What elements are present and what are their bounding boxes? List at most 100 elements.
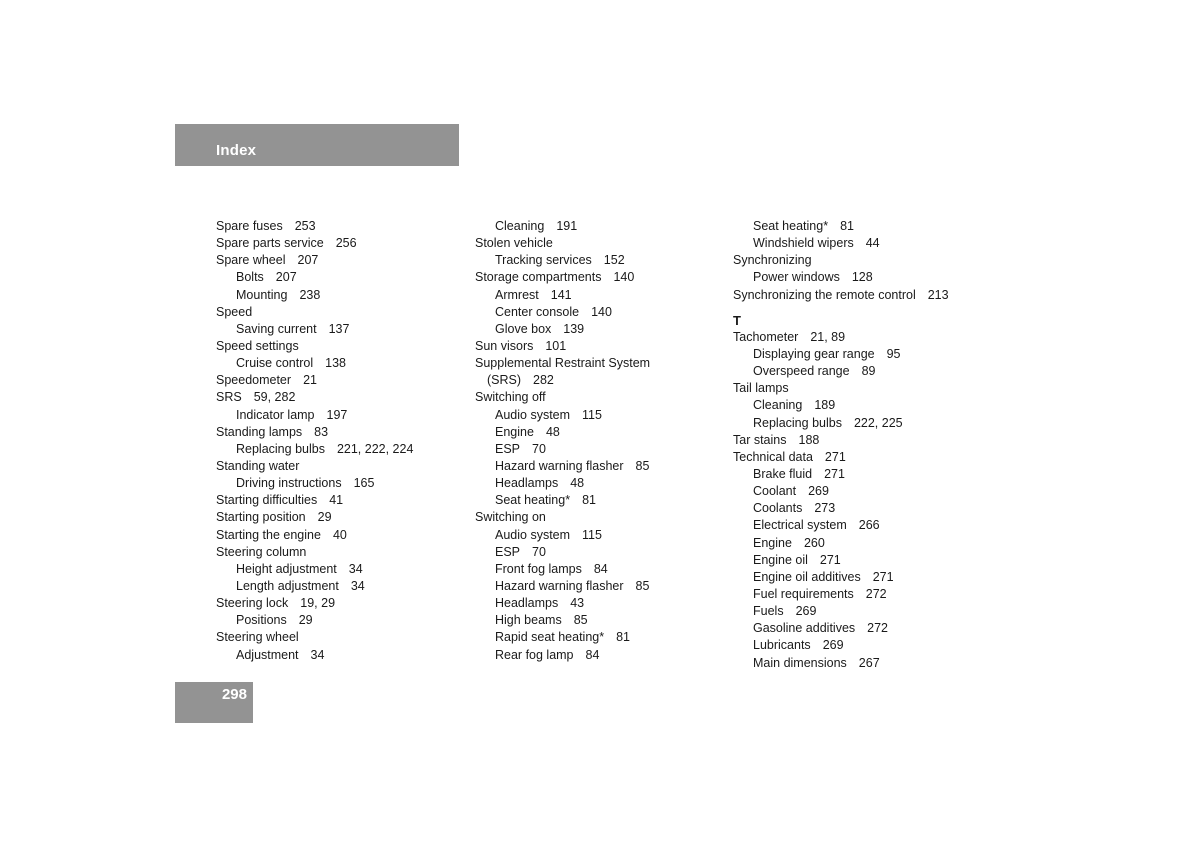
index-subentry: Seat heating* 81	[733, 218, 949, 235]
index-subentry: Glove box 139	[475, 321, 650, 338]
index-page-refs: 41	[329, 493, 344, 508]
page-number: 298	[221, 686, 247, 703]
index-subentry: Hazard warning flasher 85	[475, 578, 650, 595]
index-term: Saving current	[236, 321, 317, 336]
index-page-refs: 272	[867, 621, 889, 636]
index-term: Switching on	[475, 510, 546, 525]
index-page-refs: 19, 29	[300, 596, 336, 611]
index-entry: SRS 59, 282	[216, 389, 413, 406]
index-subentry: ESP 70	[475, 544, 650, 561]
index-term: Length adjustment	[236, 578, 339, 593]
index-page-refs: 34	[310, 647, 325, 662]
index-page-refs: 260	[803, 535, 825, 550]
index-page-refs: 267	[858, 655, 880, 670]
index-subentry: Front fog lamps 84	[475, 561, 650, 578]
index-entry: Starting difficulties 41	[216, 492, 413, 509]
index-page-refs: 197	[326, 407, 348, 422]
index-page-refs: 84	[585, 647, 600, 662]
index-term: Indicator lamp	[236, 407, 315, 422]
index-page-refs: 21, 89	[810, 329, 846, 344]
index-subentry: Audio system 115	[475, 527, 650, 544]
index-term: Switching off	[475, 390, 546, 405]
index-page-refs: 222, 225	[853, 415, 903, 430]
index-page-refs: 165	[353, 476, 375, 491]
index-subentry: Center console 140	[475, 304, 650, 321]
index-subentry: Headlamps 48	[475, 475, 650, 492]
index-subentry: Audio system 115	[475, 407, 650, 424]
index-term: Rapid seat heating*	[495, 630, 605, 645]
index-page-refs: 272	[865, 586, 887, 601]
index-page-refs: 29	[298, 613, 313, 628]
index-term: Displaying gear range	[753, 346, 875, 361]
index-term: Storage compartments	[475, 270, 602, 285]
index-entry: Synchronizing the remote control 213	[733, 287, 949, 304]
index-term: Steering column	[216, 544, 307, 559]
index-subentry: Displaying gear range 95	[733, 346, 949, 363]
index-term: ESP	[495, 441, 521, 456]
index-page-refs: 271	[872, 569, 894, 584]
index-entry: Starting position 29	[216, 509, 413, 526]
index-entry: Tail lamps	[733, 380, 949, 397]
index-subentry: Rapid seat heating* 81	[475, 629, 650, 646]
index-subentry: Fuels 269	[733, 603, 949, 620]
index-term: Steering wheel	[216, 630, 299, 645]
index-term: Front fog lamps	[495, 561, 582, 576]
index-subentry: Seat heating* 81	[475, 492, 650, 509]
index-term: Center console	[495, 304, 580, 319]
index-entry: Technical data 271	[733, 449, 949, 466]
index-page-refs: 81	[582, 493, 596, 508]
index-term: Positions	[236, 613, 287, 628]
index-page-refs: 89	[861, 364, 876, 379]
index-term: Engine	[495, 424, 534, 439]
index-term: Starting position	[216, 510, 306, 525]
index-page-refs: 238	[299, 287, 321, 302]
index-term: Power windows	[753, 270, 840, 285]
index-subentry: Fuel requirements 272	[733, 586, 949, 603]
index-entry: Spare parts service 256	[216, 235, 413, 252]
index-page-refs: 256	[335, 236, 357, 251]
index-subentry: Engine 48	[475, 424, 650, 441]
index-page-refs: 83	[314, 424, 329, 439]
index-term: Engine oil	[753, 552, 808, 567]
index-term: Spare fuses	[216, 219, 283, 233]
index-subentry: Windshield wipers 44	[733, 235, 949, 252]
index-page-refs: 128	[851, 270, 873, 285]
index-term: SRS	[216, 390, 242, 405]
index-page-refs: 85	[635, 578, 650, 593]
index-term: Height adjustment	[236, 561, 337, 576]
index-page-refs: 21	[303, 373, 317, 388]
index-term: Glove box	[495, 321, 552, 336]
index-page-refs: 140	[613, 270, 635, 285]
index-entry: Speedometer 21	[216, 372, 413, 389]
index-term: Replacing bulbs	[236, 441, 325, 456]
index-page-refs: 282	[533, 373, 554, 388]
index-page-refs: 188	[798, 432, 820, 447]
index-subentry: Indicator lamp 197	[216, 407, 413, 424]
index-page-refs: 253	[294, 219, 316, 233]
index-term: Audio system	[495, 407, 571, 422]
index-page-refs: 81	[616, 630, 631, 645]
index-term: Cleaning	[495, 219, 545, 233]
index-subentry: Coolant 269	[733, 483, 949, 500]
index-page-refs: 269	[795, 604, 817, 619]
index-term: Standing lamps	[216, 424, 303, 439]
index-page-refs: 115	[582, 527, 602, 542]
index-page-refs: 207	[275, 270, 297, 285]
index-term: Cruise control	[236, 356, 314, 371]
index-entry: Spare wheel 207	[216, 252, 413, 269]
index-term: Tracking services	[495, 253, 592, 268]
index-term: Windshield wipers	[753, 236, 854, 251]
index-subentry: Adjustment 34	[216, 647, 413, 664]
index-entry: Synchronizing	[733, 252, 949, 269]
index-page-refs: 44	[865, 236, 880, 251]
index-term: Driving instructions	[236, 476, 342, 491]
index-page-refs: 271	[819, 552, 841, 567]
index-subentry: Cleaning 191	[475, 218, 650, 235]
index-subentry: Tracking services 152	[475, 252, 650, 269]
index-page-refs: 40	[332, 527, 347, 542]
index-subentry: Electrical system 266	[733, 517, 949, 534]
index-term: Rear fog lamp	[495, 647, 574, 662]
index-subentry: High beams 85	[475, 612, 650, 629]
index-subentry: Positions 29	[216, 612, 413, 629]
index-term: Coolants	[753, 501, 803, 516]
